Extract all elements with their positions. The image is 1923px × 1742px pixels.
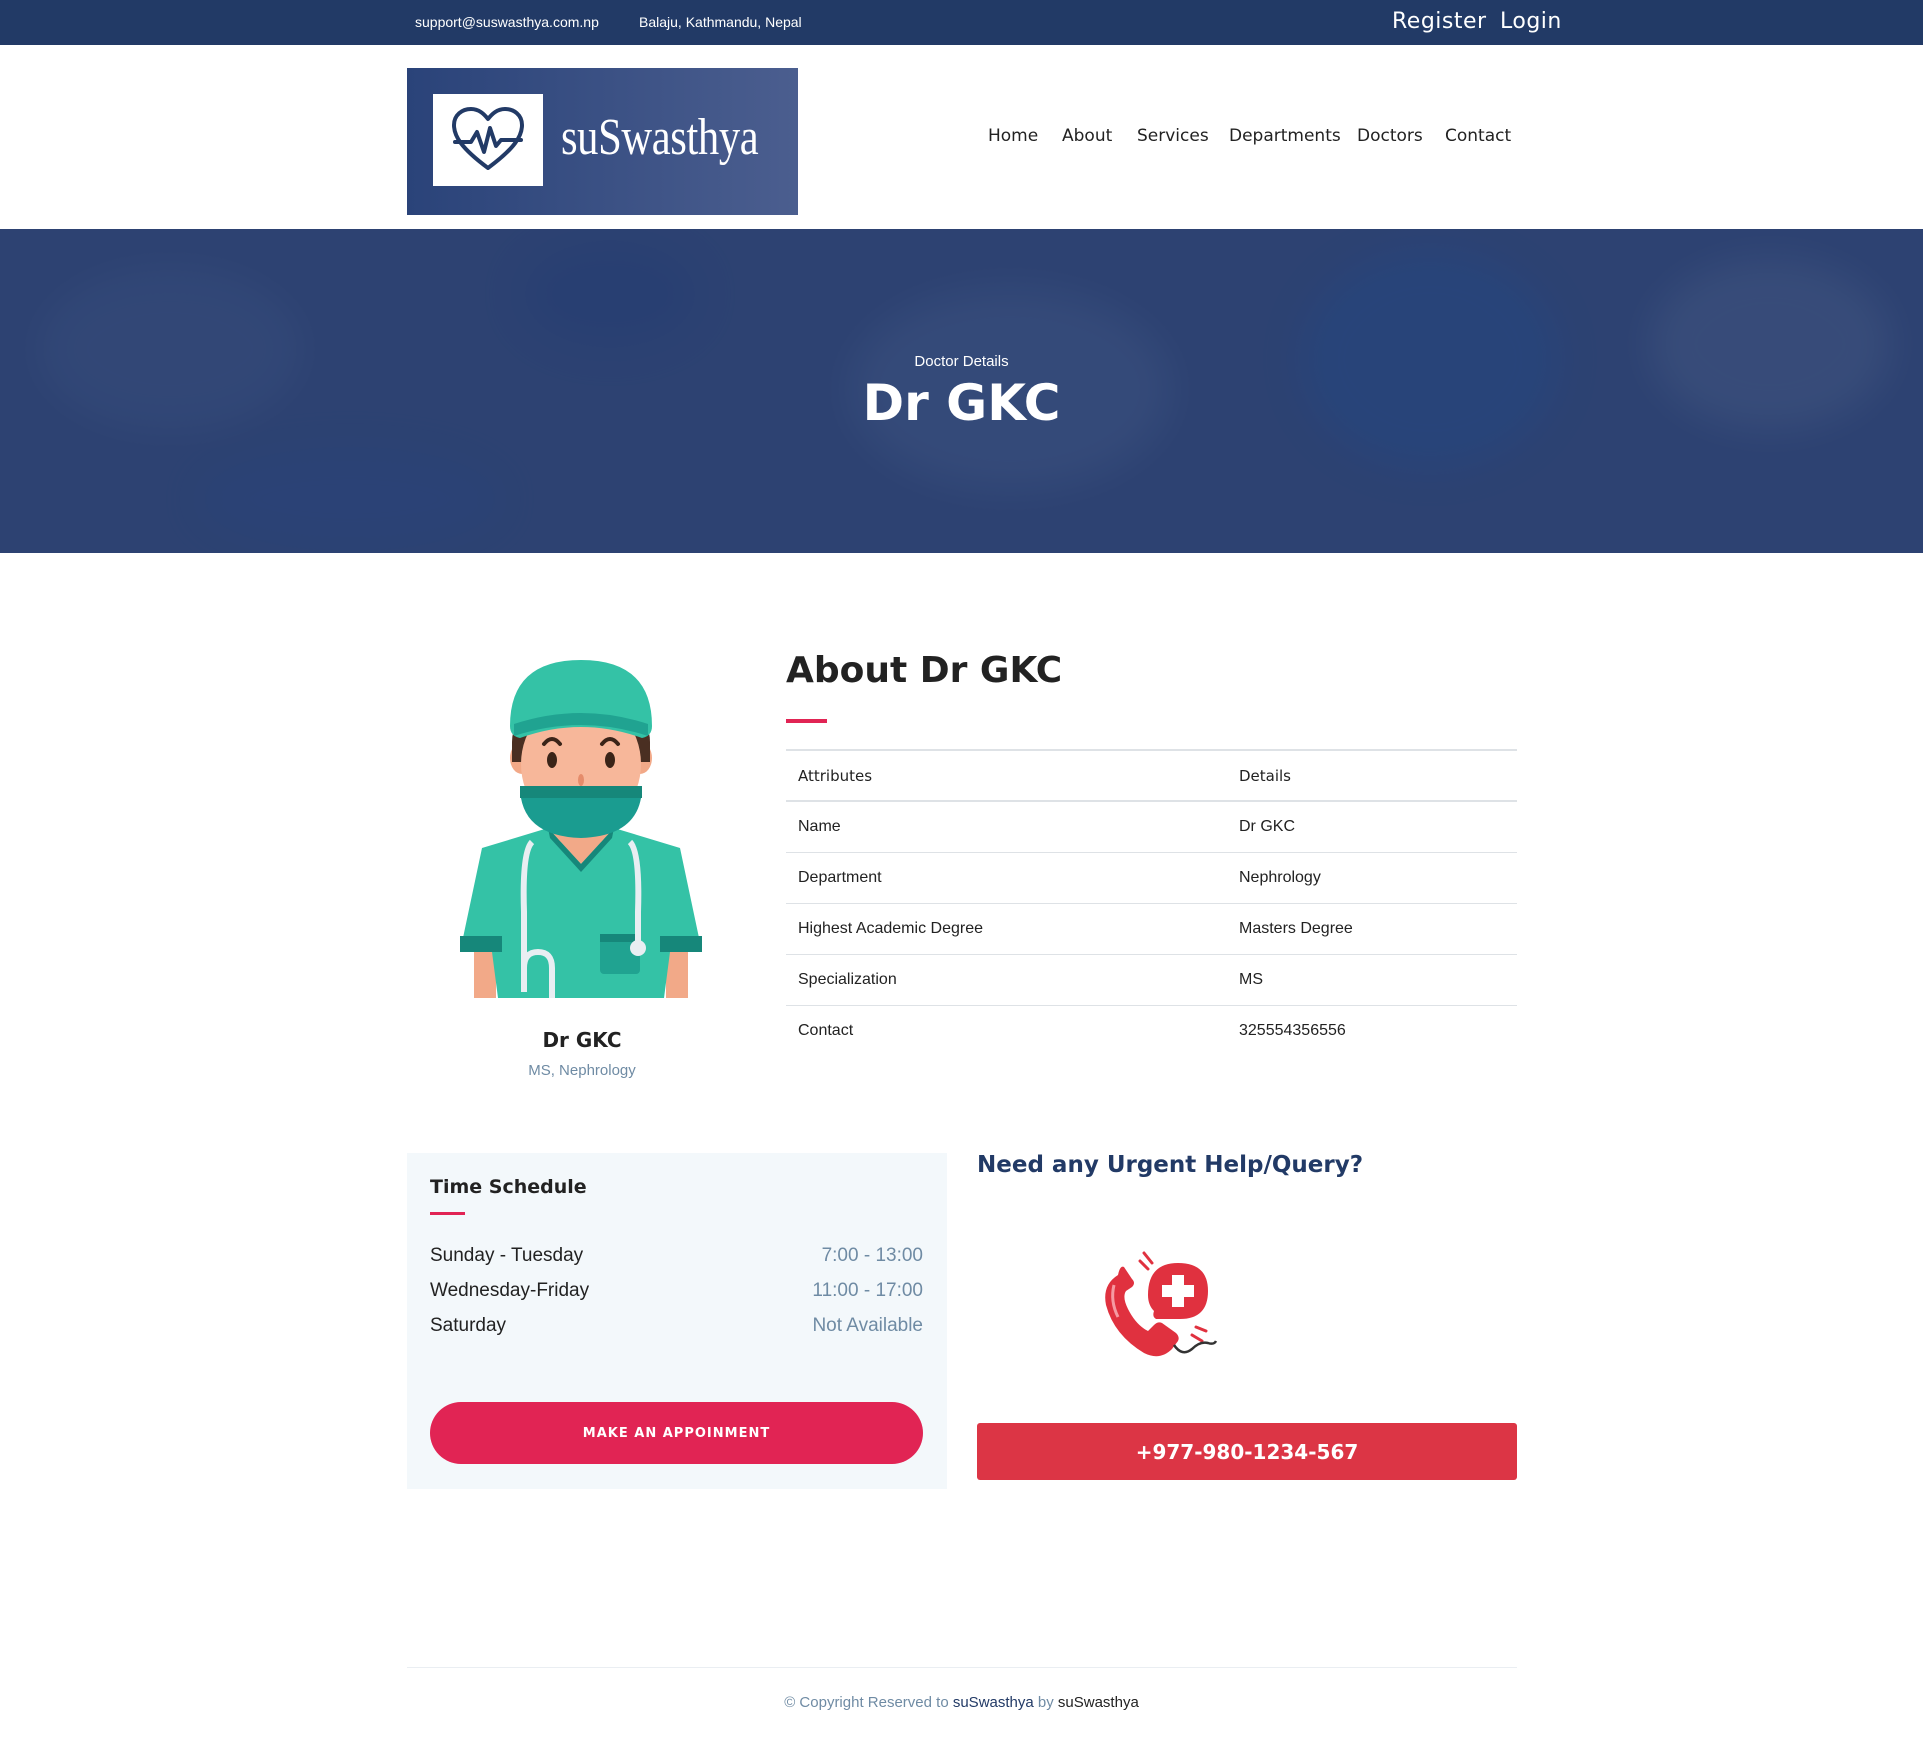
urgent-help-title: Need any Urgent Help/Query? <box>977 1152 1364 1178</box>
schedule-day: Wednesday-Friday <box>430 1280 590 1301</box>
logo-text: suSwasthya <box>561 109 759 166</box>
site-logo[interactable]: suSwasthya <box>407 68 798 215</box>
header-attributes: Attributes <box>798 766 873 785</box>
about-title: About Dr GKC <box>786 650 1063 691</box>
time-schedule-card: Time Schedule Sunday - Tuesday 7:00 - 13… <box>407 1153 947 1489</box>
nav-about[interactable]: About <box>1062 126 1112 146</box>
schedule-time: 7:00 - 13:00 <box>821 1245 923 1266</box>
footer-author-link[interactable]: suSwasthya <box>1058 1694 1139 1711</box>
doctor-details-table: Attributes Details Name Dr GKC Departmen… <box>786 749 1517 1056</box>
table-row: Name Dr GKC <box>786 801 1517 852</box>
title-underline <box>430 1212 465 1215</box>
hero-subtitle: Doctor Details <box>914 353 1009 370</box>
attr-name: Highest Academic Degree <box>798 919 983 937</box>
attr-name: Department <box>798 868 882 886</box>
doctor-illustration <box>452 652 710 998</box>
attr-name: Specialization <box>798 970 897 988</box>
schedule-time: Not Available <box>812 1315 923 1336</box>
title-underline <box>786 719 827 723</box>
attr-name: Contact <box>798 1021 854 1039</box>
nav-contact[interactable]: Contact <box>1445 126 1511 146</box>
login-link[interactable]: Login <box>1500 9 1562 34</box>
page-title: Dr GKC <box>862 374 1061 432</box>
schedule-row: Saturday Not Available <box>430 1315 923 1345</box>
support-email[interactable]: support@suswasthya.com.np <box>415 14 599 30</box>
detail-value: MS <box>1239 970 1263 988</box>
footer-brand-link[interactable]: suSwasthya <box>953 1694 1034 1711</box>
detail-value: Nephrology <box>1239 868 1321 886</box>
table-row: Specialization MS <box>786 954 1517 1005</box>
page-hero: Doctor Details Dr GKC <box>0 229 1923 553</box>
detail-value: Masters Degree <box>1239 919 1353 937</box>
schedule-row: Sunday - Tuesday 7:00 - 13:00 <box>430 1245 923 1275</box>
table-row: Department Nephrology <box>786 852 1517 903</box>
emergency-phone-icon <box>1100 1245 1218 1360</box>
table-row: Contact 325554356556 <box>786 1005 1517 1056</box>
schedule-day: Sunday - Tuesday <box>430 1245 584 1266</box>
detail-value: Dr GKC <box>1239 817 1295 835</box>
top-bar: support@suswasthya.com.np Balaju, Kathma… <box>0 0 1923 45</box>
nav-departments[interactable]: Departments <box>1229 126 1341 146</box>
heart-pulse-icon <box>433 94 543 186</box>
table-header-row: Attributes Details <box>786 750 1517 801</box>
table-row: Highest Academic Degree Masters Degree <box>786 903 1517 954</box>
footer-divider <box>407 1667 1517 1668</box>
copyright-text: © Copyright Reserved to <box>784 1694 953 1711</box>
make-appointment-button[interactable]: MAKE AN APPOINMENT <box>430 1402 923 1464</box>
nav-doctors[interactable]: Doctors <box>1357 126 1423 146</box>
emergency-phone-button[interactable]: +977-980-1234-567 <box>977 1423 1517 1480</box>
doctor-name: Dr GKC <box>542 1028 622 1052</box>
header-details: Details <box>1239 766 1292 785</box>
footer-copyright: © Copyright Reserved to suSwasthya by su… <box>0 1694 1923 1711</box>
nav-home[interactable]: Home <box>988 126 1038 146</box>
schedule-day: Saturday <box>430 1315 507 1336</box>
detail-value: 325554356556 <box>1239 1021 1346 1039</box>
doctor-specialty: MS, Nephrology <box>528 1062 636 1079</box>
copyright-by: by <box>1033 1694 1058 1711</box>
attr-name: Name <box>798 817 841 835</box>
register-link[interactable]: Register <box>1392 9 1487 34</box>
schedule-row: Wednesday-Friday 11:00 - 17:00 <box>430 1280 923 1310</box>
schedule-title: Time Schedule <box>430 1176 587 1198</box>
nav-services[interactable]: Services <box>1137 126 1209 146</box>
schedule-time: 11:00 - 17:00 <box>812 1280 923 1301</box>
address-text: Balaju, Kathmandu, Nepal <box>639 14 802 30</box>
